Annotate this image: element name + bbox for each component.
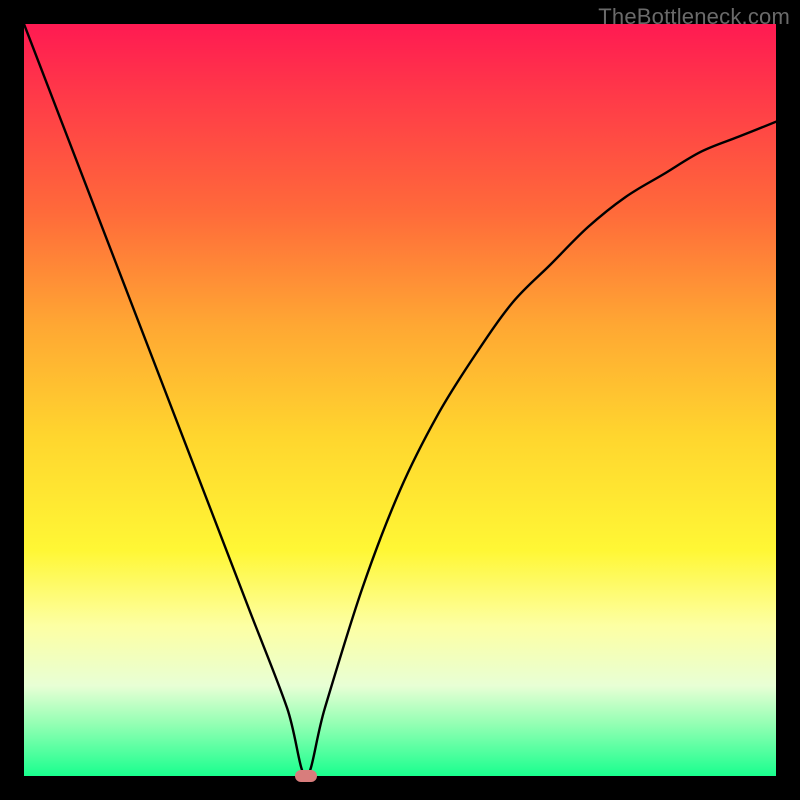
chart-plot-area — [24, 24, 776, 776]
minimum-marker — [295, 770, 317, 782]
watermark-text: TheBottleneck.com — [598, 4, 790, 30]
bottleneck-curve — [24, 24, 776, 776]
